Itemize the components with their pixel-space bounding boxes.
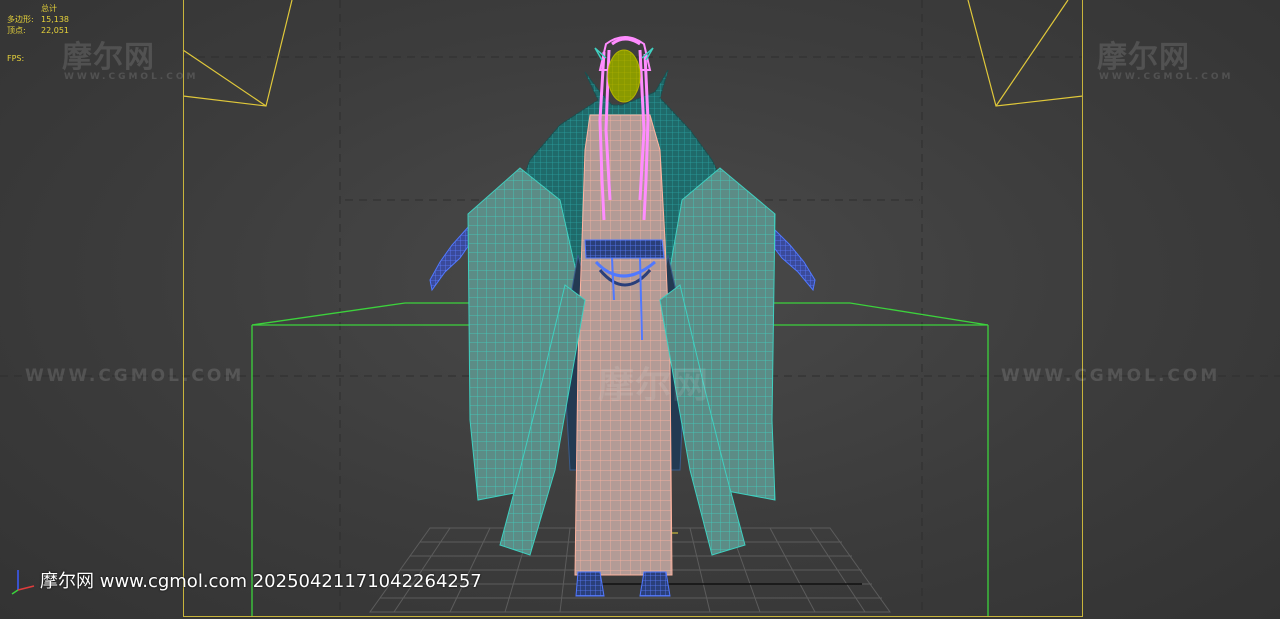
vertices-label: 顶点: bbox=[7, 26, 26, 35]
polygons-label: 多边形: bbox=[7, 15, 34, 24]
watermark-url-left: WWW.CGMOL.COM bbox=[25, 366, 245, 386]
watermark-logo-center: 摩尔网 bbox=[598, 365, 710, 406]
viewport-statistics: 总计 多边形: 15,138 顶点: 22,051 FPS: bbox=[7, 3, 69, 64]
vertices-value: 22,051 bbox=[41, 26, 69, 35]
character-model[interactable] bbox=[429, 36, 816, 597]
watermark-logo-left: 摩尔网 bbox=[62, 40, 155, 75]
image-caption: 摩尔网 www.cgmol.com 20250421171042264257 bbox=[40, 571, 482, 592]
watermark-sub-right: WWW.CGMOL.COM bbox=[1099, 72, 1234, 82]
scene-canvas[interactable] bbox=[0, 0, 1280, 619]
axis-gizmo-icon bbox=[11, 570, 35, 595]
fps-label: FPS: bbox=[7, 54, 25, 63]
perspective-viewport[interactable]: 摩尔网 WWW.CGMOL.COM 摩尔网 WWW.CGMOL.COM WWW.… bbox=[0, 0, 1280, 619]
stats-polygons-row: 多边形: 15,138 bbox=[7, 14, 69, 25]
stats-vertices-row: 顶点: 22,051 bbox=[7, 25, 69, 36]
watermark-sub-left: WWW.CGMOL.COM bbox=[64, 72, 199, 82]
watermark-logo-right: 摩尔网 bbox=[1097, 40, 1190, 75]
stats-header: 总计 bbox=[41, 4, 57, 13]
watermark-url-right: WWW.CGMOL.COM bbox=[1001, 366, 1221, 386]
polygons-value: 15,138 bbox=[41, 15, 69, 24]
